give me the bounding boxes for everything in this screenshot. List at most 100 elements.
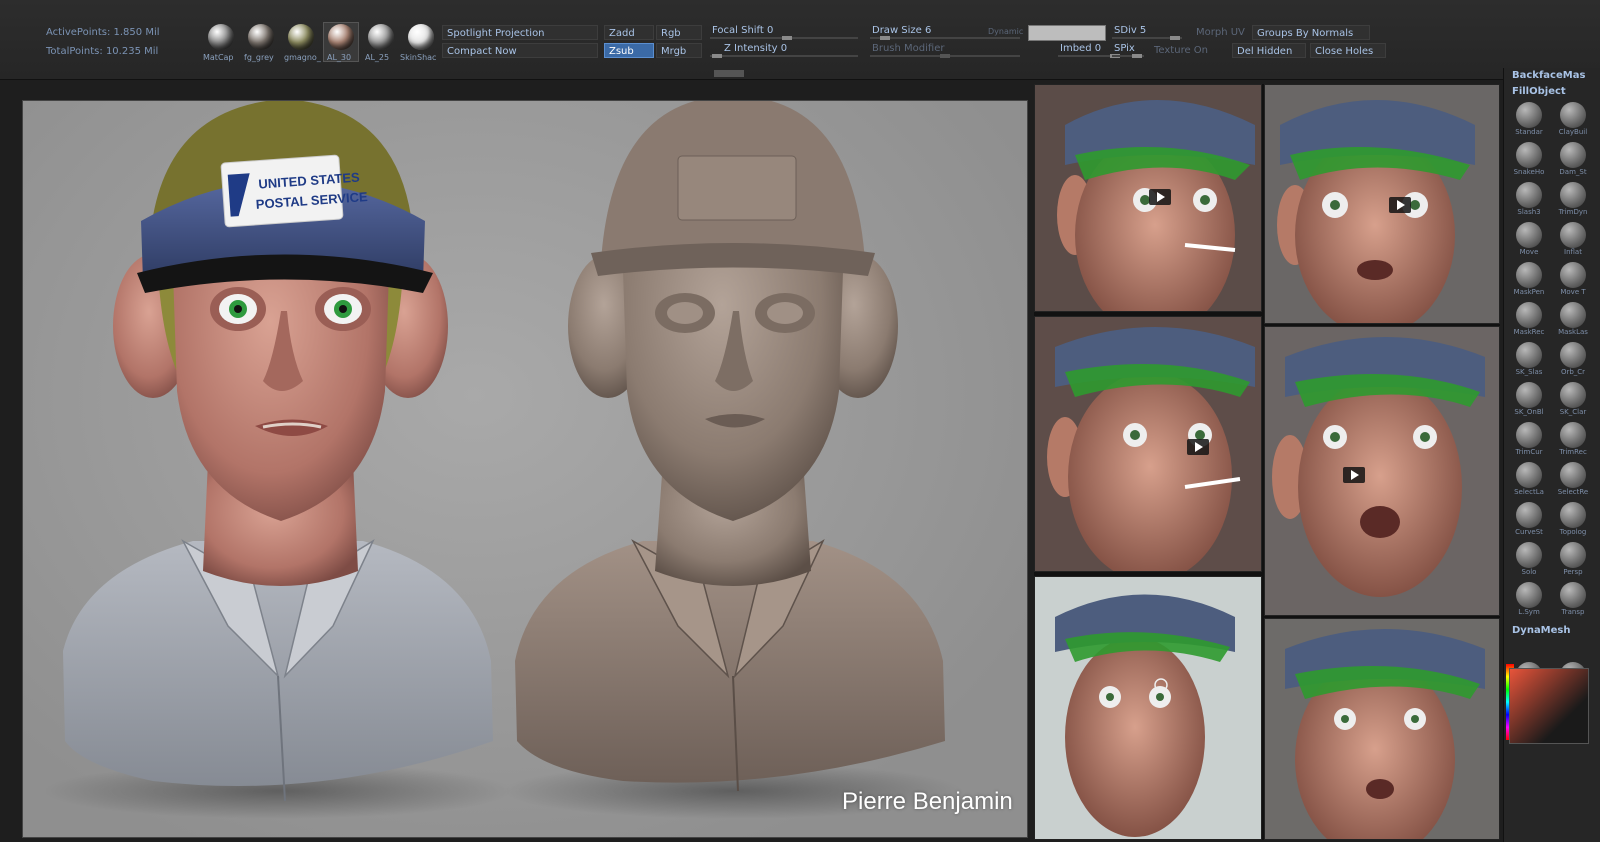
- brush-label: SK_Clar: [1559, 408, 1587, 416]
- brush-sk-clar[interactable]: SK_Clar: [1554, 382, 1592, 418]
- brush-trimcur[interactable]: TrimCur: [1510, 422, 1548, 458]
- compact-now-button[interactable]: Compact Now: [442, 43, 598, 58]
- brush-topolog[interactable]: Topolog: [1554, 502, 1592, 538]
- del-hidden-button[interactable]: Del Hidden: [1232, 43, 1306, 58]
- play-icon[interactable]: [1187, 439, 1209, 455]
- brush-modifier-slider[interactable]: Brush Modifier: [870, 42, 1020, 58]
- brush-selectla[interactable]: SelectLa: [1510, 462, 1548, 498]
- brush-thumbnail-icon: [1516, 182, 1542, 208]
- reference-image[interactable]: [1034, 84, 1262, 312]
- sdiv-slider[interactable]: SDiv 5: [1112, 24, 1182, 40]
- reference-image[interactable]: [1034, 576, 1262, 840]
- brush-thumbnail-icon: [1560, 102, 1586, 128]
- material-swatch-al-25[interactable]: [368, 24, 394, 50]
- brush-orb-cr[interactable]: Orb_Cr: [1554, 342, 1592, 378]
- brush-slash3[interactable]: Slash3: [1510, 182, 1548, 218]
- viewport-canvas[interactable]: UNITED STATES POSTAL SERVICE: [22, 100, 1028, 838]
- brush-label: CurveSt: [1515, 528, 1543, 536]
- brush-thumbnail-icon: [1516, 502, 1542, 528]
- brush-curvest[interactable]: CurveSt: [1510, 502, 1548, 538]
- spotlight-projection-button[interactable]: Spotlight Projection: [442, 25, 598, 40]
- focal-shift-slider[interactable]: Focal Shift 0: [710, 24, 858, 40]
- reference-image[interactable]: [1264, 618, 1500, 840]
- brush-sk-slas[interactable]: SK_Slas: [1510, 342, 1548, 378]
- rgb-button[interactable]: Rgb: [656, 25, 702, 40]
- brush-persp[interactable]: Persp: [1554, 542, 1592, 578]
- painted-bust: UNITED STATES POSTAL SERVICE: [43, 101, 513, 819]
- brush-thumbnail-icon: [1560, 502, 1586, 528]
- play-icon[interactable]: [1149, 189, 1171, 205]
- slider-thumb[interactable]: [940, 54, 950, 58]
- brush-thumbnail-icon: [1560, 182, 1586, 208]
- slider-thumb[interactable]: [712, 54, 722, 58]
- material-swatch-skinshade[interactable]: [408, 24, 434, 50]
- brush-label: TrimCur: [1515, 448, 1543, 456]
- brush-move[interactable]: Move: [1510, 222, 1548, 258]
- play-icon[interactable]: [1343, 467, 1365, 483]
- play-icon[interactable]: [1389, 197, 1411, 213]
- brush-masklas[interactable]: MaskLas: [1554, 302, 1592, 338]
- slider-thumb[interactable]: [1170, 36, 1180, 40]
- spix-slider[interactable]: SPix: [1112, 42, 1144, 58]
- close-holes-button[interactable]: Close Holes: [1310, 43, 1386, 58]
- brush-move-t[interactable]: Move T: [1554, 262, 1592, 298]
- slider-thumb[interactable]: [782, 36, 792, 40]
- z-intensity-slider[interactable]: Z Intensity 0: [710, 42, 858, 58]
- draw-size-label: Draw Size 6: [872, 25, 932, 36]
- brush-thumbnail-icon: [1516, 262, 1542, 288]
- brush-label: SK_OnBl: [1514, 408, 1544, 416]
- brush-standar[interactable]: Standar: [1510, 102, 1548, 138]
- brush-label: SnakeHo: [1513, 168, 1545, 176]
- slider-thumb[interactable]: [880, 36, 890, 40]
- zsub-button[interactable]: Zsub: [604, 43, 654, 58]
- brush-label: MaskRec: [1513, 328, 1545, 336]
- toolbar-scroll-handle[interactable]: [714, 70, 744, 77]
- brush-trimdyn[interactable]: TrimDyn: [1554, 182, 1592, 218]
- brush-label: TrimRec: [1559, 448, 1587, 456]
- slider-thumb[interactable]: [1132, 54, 1142, 58]
- brush-trimrec[interactable]: TrimRec: [1554, 422, 1592, 458]
- sdiv-label: SDiv 5: [1114, 25, 1147, 36]
- material-swatch-gmagno[interactable]: [288, 24, 314, 50]
- zadd-button[interactable]: Zadd: [604, 25, 654, 40]
- brush-modifier-label: Brush Modifier: [872, 43, 945, 54]
- material-label: gmagno_: [284, 53, 321, 62]
- brush-label: Slash3: [1517, 208, 1541, 216]
- brush-maskrec[interactable]: MaskRec: [1510, 302, 1548, 338]
- dynamic-toggle[interactable]: Dynamic: [984, 24, 1028, 39]
- brush-inflat[interactable]: Inflat: [1554, 222, 1592, 258]
- reference-image[interactable]: [1264, 326, 1500, 616]
- dynamic-size-field[interactable]: [1028, 25, 1106, 41]
- morph-uv-button[interactable]: Morph UV: [1192, 25, 1254, 40]
- brush-maskpen[interactable]: MaskPen: [1510, 262, 1548, 298]
- reference-image[interactable]: [1034, 316, 1262, 572]
- brush-dam-st[interactable]: Dam_St: [1554, 142, 1592, 178]
- brush-l-sym[interactable]: L.Sym: [1510, 582, 1548, 618]
- material-label: AL_25: [365, 53, 390, 62]
- reference-image[interactable]: [1264, 84, 1500, 324]
- fill-object-button[interactable]: FillObject: [1512, 86, 1566, 97]
- texture-on-button[interactable]: Texture On: [1150, 43, 1232, 58]
- brush-label: Persp: [1563, 568, 1583, 576]
- dynamesh-button[interactable]: DynaMesh: [1512, 625, 1571, 636]
- groups-by-normals-button[interactable]: Groups By Normals: [1252, 25, 1370, 40]
- brush-thumbnail-icon: [1560, 422, 1586, 448]
- brush-snakeho[interactable]: SnakeHo: [1510, 142, 1548, 178]
- material-swatch-al-30[interactable]: [328, 24, 354, 50]
- brush-label: ClayBuil: [1558, 128, 1588, 136]
- material-swatch-matcap[interactable]: [208, 24, 234, 50]
- brush-solo[interactable]: Solo: [1510, 542, 1548, 578]
- brush-selectre[interactable]: SelectRe: [1554, 462, 1592, 498]
- material-swatch-fg-grey[interactable]: [248, 24, 274, 50]
- color-picker[interactable]: [1509, 668, 1589, 744]
- brush-transp[interactable]: Transp: [1554, 582, 1592, 618]
- focal-shift-label: Focal Shift 0: [712, 25, 774, 36]
- backface-mask-toggle[interactable]: BackfaceMas: [1512, 70, 1585, 81]
- mrgb-button[interactable]: Mrgb: [656, 43, 702, 58]
- brush-sk-onbl[interactable]: SK_OnBl: [1510, 382, 1548, 418]
- sculpt-renders: UNITED STATES POSTAL SERVICE: [43, 101, 963, 819]
- brush-thumbnail-icon: [1516, 462, 1542, 488]
- brush-label: SelectLa: [1514, 488, 1544, 496]
- brush-claybuil[interactable]: ClayBuil: [1554, 102, 1592, 138]
- brush-thumbnail-icon: [1516, 382, 1542, 408]
